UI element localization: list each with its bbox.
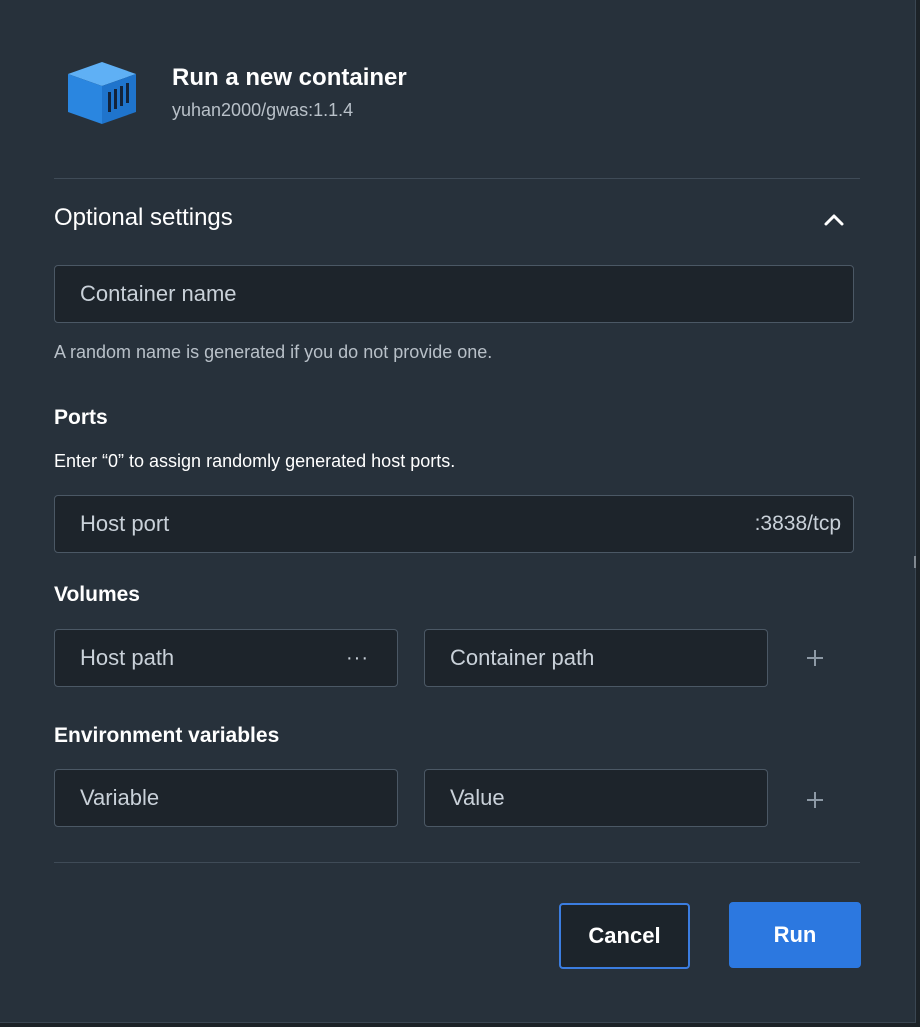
container-path-field[interactable] — [424, 629, 768, 687]
container-name-helper: A random name is generated if you do not… — [54, 342, 493, 362]
port-suffix: :3838/tcp — [754, 512, 841, 535]
chevron-up-icon[interactable] — [820, 206, 848, 234]
container-name-field[interactable] — [54, 265, 854, 323]
run-container-dialog: Run a new container yuhan2000/gwas:1.1.4… — [0, 0, 916, 1023]
env-label: Environment variables — [54, 724, 280, 747]
variable-input[interactable] — [80, 770, 397, 826]
browse-button[interactable]: ··· — [346, 630, 369, 686]
run-button[interactable]: Run — [729, 902, 861, 968]
container-icon — [68, 62, 136, 124]
ports-label: Ports — [54, 406, 108, 429]
container-path-input[interactable] — [450, 630, 767, 686]
ports-description: Enter “0” to assign randomly generated h… — [54, 451, 456, 471]
host-port-input[interactable] — [80, 496, 680, 552]
divider-top — [54, 178, 860, 179]
value-input[interactable] — [450, 770, 767, 826]
variable-field[interactable] — [54, 769, 398, 827]
optional-settings-title[interactable]: Optional settings — [54, 204, 233, 232]
host-path-input[interactable] — [80, 630, 330, 686]
window-edge-marker — [914, 556, 916, 568]
cancel-button[interactable]: Cancel — [559, 903, 690, 969]
host-port-field[interactable]: :3838/tcp — [54, 495, 854, 553]
value-field[interactable] — [424, 769, 768, 827]
add-env-plus-icon[interactable] — [803, 788, 827, 812]
add-volume-plus-icon[interactable] — [803, 646, 827, 670]
host-path-field[interactable]: ··· — [54, 629, 398, 687]
container-name-input[interactable] — [80, 266, 853, 322]
image-name: yuhan2000/gwas:1.1.4 — [172, 100, 354, 120]
divider-bottom — [54, 862, 860, 863]
volumes-label: Volumes — [54, 583, 140, 606]
dialog-title: Run a new container — [172, 64, 407, 91]
